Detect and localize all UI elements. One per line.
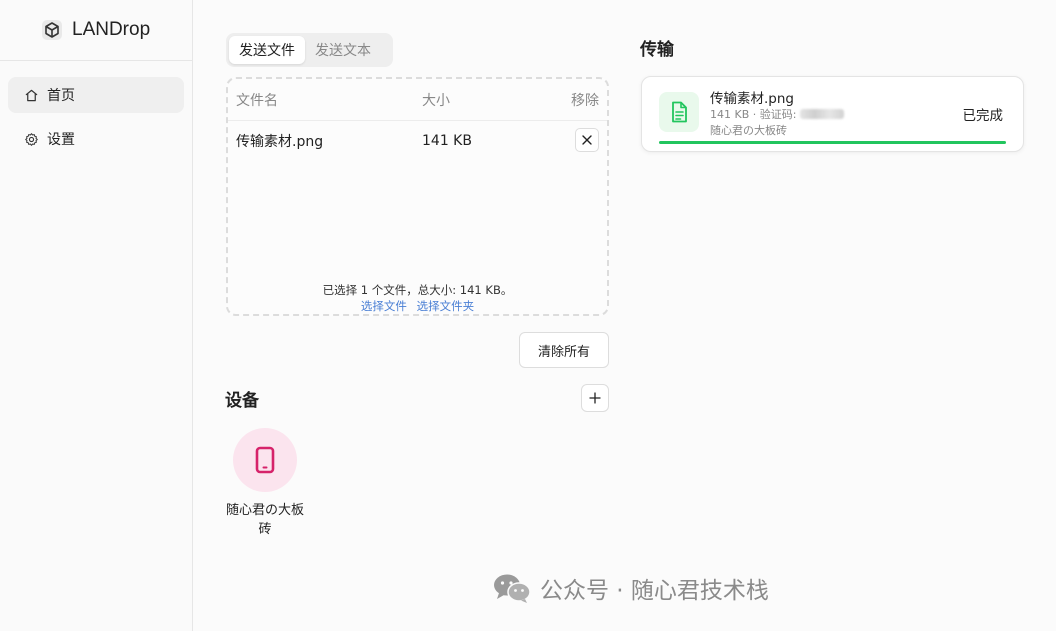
transfer-progress-bar: [659, 141, 1006, 144]
sidebar-item-settings[interactable]: 设置: [8, 121, 184, 157]
app-name: LANDrop: [72, 19, 151, 40]
tab-send-files[interactable]: 发送文件: [229, 36, 305, 64]
select-files-link[interactable]: 选择文件: [361, 299, 407, 313]
selection-summary: 已选择 1 个文件，总大小: 141 KB。: [322, 283, 513, 297]
landrop-logo-icon: [42, 20, 62, 40]
remove-file-button[interactable]: [575, 128, 599, 152]
transfers-title: 传输: [640, 40, 674, 60]
file-table-header: 文件名 大小 移除: [228, 79, 607, 121]
transfer-status: 已完成: [962, 108, 1004, 124]
close-icon: [582, 135, 592, 145]
watermark-text: 公众号 · 随心君技术栈: [540, 578, 769, 604]
header-filename: 文件名: [236, 92, 278, 109]
transfer-file-name: 传输素材.png: [710, 91, 794, 107]
add-device-button[interactable]: [581, 384, 609, 412]
blurred-verification-code: [800, 109, 845, 119]
devices-title: 设备: [225, 391, 259, 411]
file-dropzone[interactable]: 文件名 大小 移除 传输素材.png 141 KB 已选择 1 个文件，总大小:…: [226, 77, 609, 316]
device-name: 随心君の大板砖: [226, 503, 305, 537]
select-folder-link[interactable]: 选择文件夹: [417, 299, 475, 313]
home-icon: [25, 89, 38, 101]
clear-all-button[interactable]: 清除所有: [519, 332, 609, 368]
device-avatar: [233, 428, 297, 492]
file-name: 传输素材.png: [236, 134, 324, 150]
sidebar-item-home[interactable]: 首页: [8, 77, 184, 113]
transfer-device: 随心君の大板砖: [710, 124, 787, 137]
header-size: 大小: [422, 92, 450, 109]
file-size: 141 KB: [422, 133, 472, 149]
send-mode-tabs: 发送文件 发送文本: [226, 33, 393, 67]
sidebar: LANDrop 首页 设置: [0, 0, 193, 631]
tab-send-text[interactable]: 发送文本: [305, 36, 381, 64]
brand: LANDrop: [0, 0, 192, 61]
transfer-item: 传输素材.png 141 KB · 验证码: 随心君の大板砖 已完成: [641, 76, 1024, 152]
wechat-icon: [494, 574, 531, 603]
sidebar-nav: 首页 设置: [0, 61, 192, 157]
sidebar-item-label: 首页: [47, 88, 75, 104]
header-remove: 移除: [571, 92, 599, 109]
watermark: 公众号 · 随心君技术栈: [492, 571, 769, 605]
file-icon-box: [659, 92, 699, 132]
transfer-meta: 141 KB · 验证码:: [710, 106, 845, 122]
select-links: 选择文件 选择文件夹: [228, 298, 607, 314]
sidebar-item-label: 设置: [47, 132, 75, 148]
main-content: 发送文件 发送文本 文件名 大小 移除 传输素材.png 141 KB 已选择 …: [193, 0, 1056, 631]
smartphone-icon: [255, 446, 275, 474]
table-row: 传输素材.png 141 KB: [228, 121, 607, 161]
plus-icon: [589, 392, 601, 404]
transfer-progress-fill: [659, 141, 1006, 144]
gear-icon: [25, 132, 38, 146]
device-item[interactable]: 随心君の大板砖: [226, 428, 304, 539]
document-icon: [672, 101, 687, 123]
transfer-size-code: 141 KB · 验证码:: [710, 108, 797, 121]
